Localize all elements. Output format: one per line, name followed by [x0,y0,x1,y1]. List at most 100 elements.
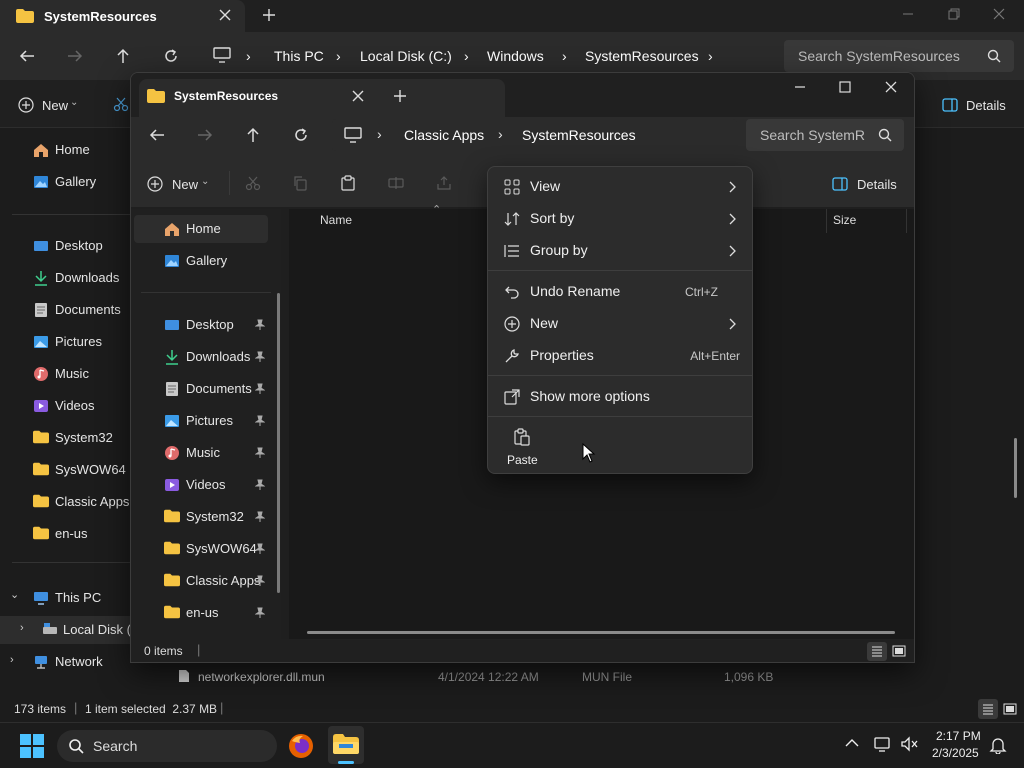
back-nav-local-disk[interactable]: › Local Disk (C [0,616,140,644]
new-tab-icon[interactable] [262,8,276,22]
menu-item-show-more-options[interactable]: Show more options [492,381,750,413]
notification-bell-icon[interactable] [989,736,1007,754]
tiles-view-icon[interactable] [1001,699,1019,719]
breadcrumb-windows[interactable]: Windows [487,48,544,64]
front-nav-desktop[interactable]: Desktop [134,311,268,339]
chevron-right-icon[interactable]: › [20,622,24,634]
back-navigation-pane: Home Gallery Desktop Downloads Documents… [0,128,140,688]
front-nav-system32[interactable]: System32 [134,503,268,531]
nav-label: Videos [186,477,226,492]
front-nav-music[interactable]: Music [134,439,268,467]
back-details-button[interactable]: Details [966,98,1006,113]
front-nav-pictures[interactable]: Pictures [134,407,268,435]
front-details-button[interactable]: Details [857,177,897,192]
menu-item-new[interactable]: New [492,308,750,340]
refresh-icon[interactable] [292,126,310,144]
back-new-button[interactable]: New [42,98,68,113]
share-icon[interactable] [436,175,452,191]
back-scrollbar-thumb[interactable] [1014,438,1017,498]
refresh-icon[interactable] [162,47,180,65]
menu-item-undo-rename[interactable]: Undo Rename Ctrl+Z [492,276,750,308]
column-divider[interactable] [906,209,907,233]
front-nav-home[interactable]: Home [134,215,268,243]
chevron-down-icon[interactable]: ⌄ [10,588,19,601]
minimize-icon[interactable] [900,6,916,22]
front-nav-classic-apps[interactable]: Classic Apps [134,567,268,595]
breadcrumb-classic-apps[interactable]: Classic Apps [404,127,484,143]
file-name[interactable]: networkexplorer.dll.mun [198,670,325,684]
back-tab[interactable]: SystemResources [0,0,245,32]
plus-circle-icon[interactable] [18,97,34,113]
new-tab-icon[interactable] [393,89,407,103]
nav-label: Videos [55,398,95,413]
file-date: 4/1/2024 12:22 AM [438,670,539,684]
menu-item-group-by[interactable]: Group by [492,235,750,267]
file-explorer-taskbar-button[interactable] [328,726,364,764]
menu-item-view[interactable]: View [492,171,750,203]
plus-circle-icon [504,316,520,332]
column-header-name[interactable]: Name [320,213,352,227]
horizontal-scrollbar-thumb[interactable] [307,631,895,634]
tiles-view-icon[interactable] [890,642,908,661]
close-window-icon[interactable] [883,79,899,95]
column-divider[interactable] [826,209,827,233]
pin-icon [255,447,265,459]
network-status-icon[interactable] [874,736,892,752]
taskbar-search-box[interactable]: Search [57,730,277,762]
rename-icon[interactable] [388,175,404,191]
paste-button[interactable]: Paste [504,422,554,470]
breadcrumb-local-disk[interactable]: Local Disk (C:) [360,48,452,64]
front-nav-syswow64[interactable]: SysWOW64 [134,535,268,563]
document-icon [33,302,49,318]
up-arrow-icon[interactable] [114,47,132,65]
maximize-icon[interactable] [837,79,853,95]
cut-icon[interactable] [245,175,261,191]
breadcrumb-systemresources[interactable]: SystemResources [522,127,636,143]
windows-start-icon[interactable] [20,734,44,758]
front-search-box[interactable]: Search SystemR [746,119,904,151]
undo-icon [504,284,520,300]
front-address-bar[interactable]: › Classic Apps › SystemResources [332,119,737,151]
front-nav-documents[interactable]: Documents [134,375,268,403]
plus-circle-icon[interactable] [147,176,163,192]
taskbar-date[interactable]: 2/3/2025 [932,746,979,760]
close-tab-icon[interactable] [218,8,232,22]
breadcrumb-this-pc[interactable]: This PC [274,48,324,64]
restore-icon[interactable] [946,6,962,22]
forward-arrow-icon[interactable] [66,47,84,65]
details-pane-icon[interactable] [942,98,958,112]
paste-icon[interactable] [340,175,356,191]
menu-item-sort-by[interactable]: Sort by [492,203,750,235]
front-tab[interactable]: SystemResources [139,79,505,117]
cut-icon[interactable] [113,96,129,112]
details-view-icon[interactable] [867,642,887,661]
back-arrow-icon[interactable] [18,47,36,65]
up-arrow-icon[interactable] [244,126,262,144]
back-arrow-icon[interactable] [148,126,166,144]
close-tab-icon[interactable] [351,89,365,103]
nav-scrollbar-thumb[interactable] [277,293,280,593]
search-icon [987,49,1001,63]
copy-icon[interactable] [292,175,308,191]
column-header-size[interactable]: Size [833,213,856,227]
front-nav-en-us[interactable]: en-us [134,599,268,627]
firefox-icon[interactable] [288,733,314,759]
group-icon [504,243,520,259]
chevron-right-icon[interactable]: › [10,654,14,666]
breadcrumb-systemresources[interactable]: SystemResources [585,48,699,64]
close-window-icon[interactable] [991,6,1007,22]
front-new-button[interactable]: New [172,177,198,192]
back-search-box[interactable]: Search SystemResources [784,40,1014,72]
minimize-icon[interactable] [792,79,808,95]
menu-label: New [530,315,559,331]
front-nav-downloads[interactable]: Downloads [134,343,268,371]
volume-muted-icon[interactable] [900,736,918,752]
front-nav-gallery[interactable]: Gallery [134,247,268,275]
chevron-up-icon[interactable] [845,738,859,748]
details-pane-icon[interactable] [832,177,848,191]
forward-arrow-icon[interactable] [196,126,214,144]
details-view-icon[interactable] [978,699,998,719]
taskbar-time[interactable]: 2:17 PM [936,729,981,743]
menu-item-properties[interactable]: Properties Alt+Enter [492,340,750,372]
front-nav-videos[interactable]: Videos [134,471,268,499]
